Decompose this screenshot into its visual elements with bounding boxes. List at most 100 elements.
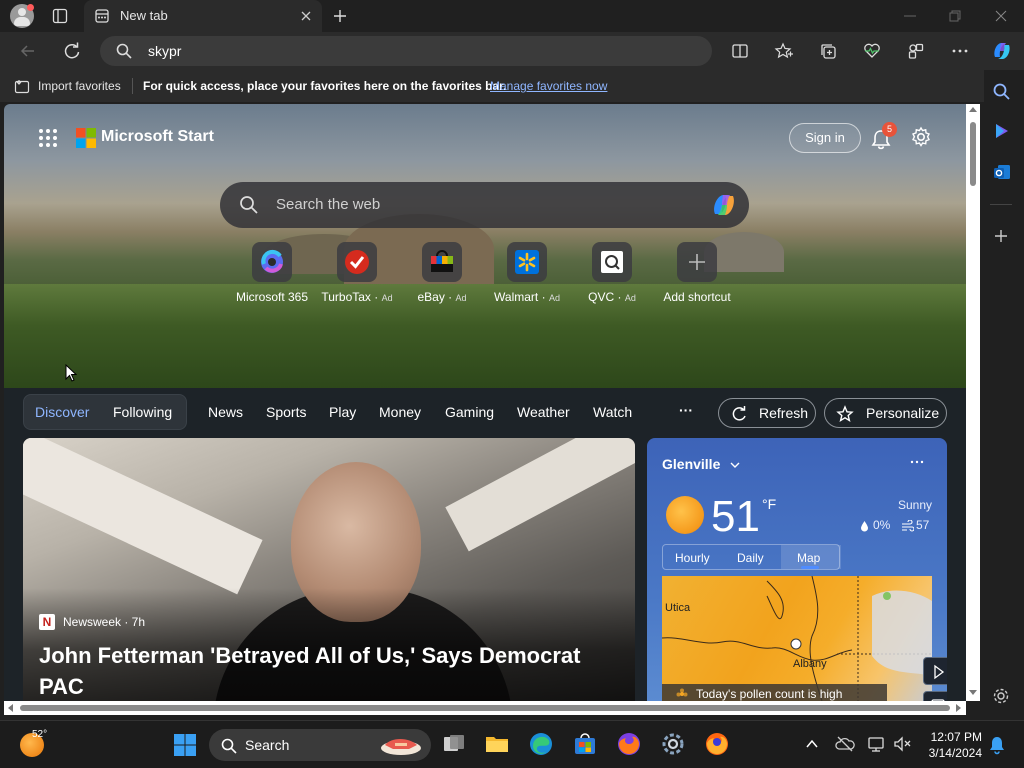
favorites-icon[interactable] (774, 41, 794, 61)
shortcut-turbotax[interactable]: TurboTax · Ad (309, 242, 405, 304)
manage-favorites-link[interactable]: Manage favorites now (490, 79, 607, 93)
web-search-input[interactable]: Search the web (276, 196, 380, 213)
system-clock[interactable]: 12:07 PM 3/14/2024 (920, 729, 982, 761)
refresh-icon[interactable] (62, 41, 82, 61)
personalize-icon (836, 405, 854, 423)
scroll-left-arrow-icon[interactable] (7, 704, 15, 712)
tab-new-tab[interactable]: New tab (84, 0, 322, 32)
firefox-icon-2[interactable] (704, 731, 730, 757)
top-news-card[interactable]: N Newsweek · 7h John Fetterman 'Betrayed… (23, 438, 635, 701)
new-tab-button[interactable] (332, 8, 348, 24)
tab-following[interactable]: Following (113, 404, 172, 420)
favorites-hint: For quick access, place your favorites h… (143, 79, 507, 93)
collections-icon[interactable] (818, 41, 838, 61)
sidebar-settings-icon[interactable] (992, 687, 1010, 705)
extensions-icon[interactable] (906, 41, 926, 61)
weather-more-icon[interactable] (909, 458, 925, 466)
address-bar[interactable]: skypr (100, 36, 712, 66)
split-screen-icon[interactable] (730, 41, 750, 61)
web-search-box[interactable]: Search the web (220, 182, 749, 228)
notification-center-icon[interactable] (988, 735, 1006, 755)
edge-icon[interactable] (528, 731, 554, 757)
microsoft-store-icon[interactable] (572, 731, 598, 757)
weather-card[interactable]: Glenville 51 °F Sunny 0% 57 Hourly Daily… (647, 438, 947, 701)
firefox-icon[interactable] (616, 731, 642, 757)
feed-nav-bar: Discover Following News Sports Play Mone… (4, 388, 966, 438)
import-favorites-link[interactable]: Import favorites (38, 79, 121, 93)
notification-count-badge: 5 (882, 122, 897, 137)
copilot-sidebar-icon[interactable] (992, 121, 1012, 141)
search-icon (116, 43, 132, 59)
map-layers-button[interactable] (923, 691, 947, 701)
add-sidebar-app-icon[interactable] (993, 228, 1009, 244)
restore-icon[interactable] (945, 6, 965, 26)
shortcut-qvc[interactable]: QVC · Ad (564, 242, 660, 304)
more-options-icon[interactable] (950, 41, 970, 61)
scroll-down-arrow-icon[interactable] (969, 688, 977, 696)
sign-in-button[interactable]: Sign in (789, 123, 861, 153)
shortcut-microsoft-365[interactable]: Microsoft 365 (224, 242, 320, 304)
horizontal-scrollbar[interactable] (4, 701, 966, 715)
play-animation-button[interactable] (923, 657, 947, 685)
refresh-feed-label: Refresh (759, 405, 809, 421)
ad-label: Ad (548, 293, 560, 303)
network-icon[interactable] (867, 735, 887, 753)
taskbar-search-label: Search (245, 737, 290, 753)
tab-discover[interactable]: Discover (35, 404, 89, 420)
nav-watch[interactable]: Watch (593, 404, 632, 420)
import-favorites-icon[interactable] (14, 78, 30, 94)
shortcut-walmart[interactable]: Walmart · Ad (479, 242, 575, 304)
settings-gear-icon[interactable] (910, 126, 932, 148)
nav-play[interactable]: Play (329, 404, 356, 420)
nav-money[interactable]: Money (379, 404, 421, 420)
nav-weather[interactable]: Weather (517, 404, 570, 420)
taskbar-search[interactable]: Search (209, 729, 431, 761)
weather-map[interactable]: Utica Albany (662, 576, 932, 701)
tab-underline (801, 566, 819, 569)
shortcut-label: Add shortcut (663, 290, 731, 304)
close-tab-icon[interactable] (300, 10, 312, 22)
sidebar-search-icon[interactable] (992, 82, 1012, 102)
file-explorer-icon[interactable] (484, 731, 510, 757)
ad-label: Ad (624, 293, 636, 303)
show-hidden-icons-icon[interactable] (805, 737, 819, 751)
copilot-search-icon[interactable] (709, 190, 739, 220)
microsoft-logo-icon (76, 128, 96, 148)
refresh-feed-button[interactable]: Refresh (718, 398, 816, 428)
close-window-icon[interactable] (991, 6, 1011, 26)
settings-app-icon[interactable] (660, 731, 686, 757)
pollen-alert[interactable]: Today's pollen count is high (662, 684, 887, 701)
horizontal-scroll-thumb[interactable] (20, 705, 950, 711)
favorites-divider (132, 78, 133, 94)
profile-avatar[interactable] (10, 4, 34, 28)
tab-actions-icon[interactable] (52, 8, 68, 24)
weather-location[interactable]: Glenville (662, 456, 720, 472)
shortcut-ebay[interactable]: eBay · Ad (394, 242, 490, 304)
vertical-scrollbar[interactable] (966, 104, 980, 701)
vertical-scroll-thumb[interactable] (970, 122, 976, 186)
weather-tab-daily[interactable]: Daily (737, 551, 764, 565)
volume-muted-icon[interactable] (893, 735, 913, 753)
nav-gaming[interactable]: Gaming (445, 404, 494, 420)
apps-launcher-icon[interactable] (38, 128, 58, 148)
nav-sports[interactable]: Sports (266, 404, 306, 420)
minimize-icon[interactable] (900, 6, 920, 26)
weather-tab-hourly[interactable]: Hourly (675, 551, 710, 565)
news-headline[interactable]: John Fetterman 'Betrayed All of Us,' Say… (39, 640, 619, 701)
nav-news[interactable]: News (208, 404, 243, 420)
outlook-icon[interactable] (992, 162, 1012, 182)
scroll-right-arrow-icon[interactable] (954, 704, 962, 712)
onedrive-offline-icon[interactable] (835, 735, 855, 753)
scroll-up-arrow-icon[interactable] (969, 106, 977, 114)
back-icon[interactable] (18, 41, 38, 61)
nav-more-button[interactable]: ··· (679, 402, 693, 418)
add-shortcut-button[interactable]: Add shortcut (649, 242, 745, 304)
weather-tab-map[interactable]: Map (797, 551, 820, 565)
chevron-down-icon[interactable] (729, 459, 741, 471)
task-view-icon[interactable] (441, 731, 467, 757)
personalize-button[interactable]: Personalize (824, 398, 947, 428)
address-input[interactable]: skypr (148, 43, 181, 59)
start-button-icon[interactable] (173, 733, 197, 757)
browser-essentials-icon[interactable] (862, 41, 882, 61)
copilot-icon[interactable] (990, 39, 1014, 63)
